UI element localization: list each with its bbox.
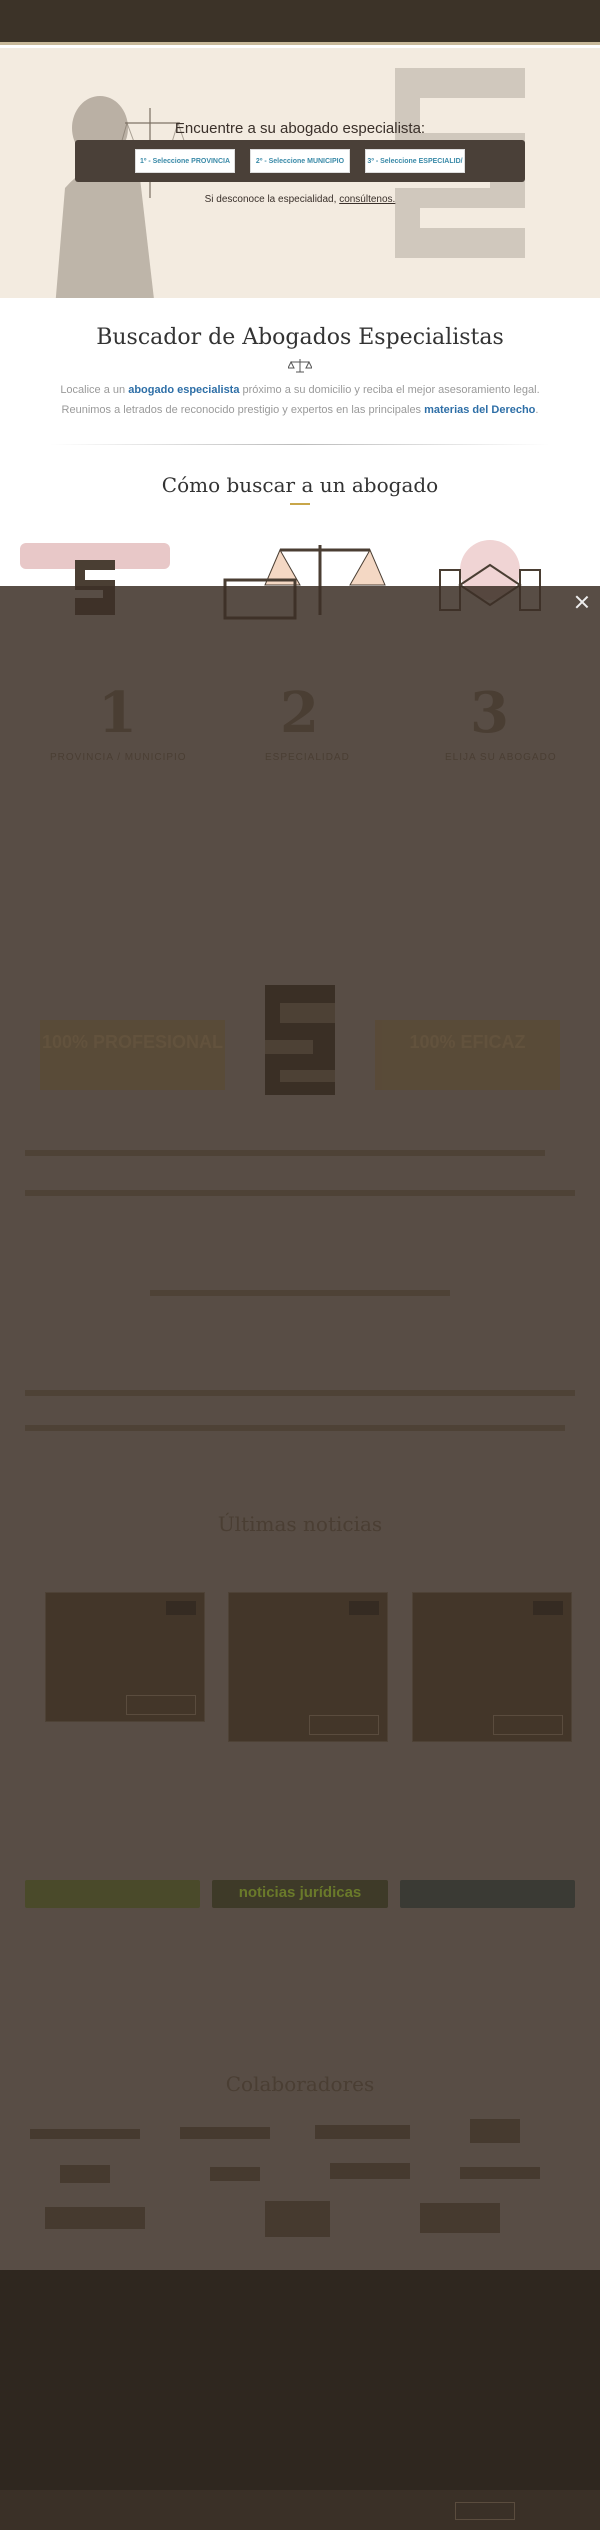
read-more-button[interactable] bbox=[493, 1715, 563, 1735]
hero-search-section: Encuentre a su abogado especialista: 1º … bbox=[0, 48, 600, 298]
intro-line-2: Reunimos a letrados de reconocido presti… bbox=[61, 404, 539, 416]
scale-icon bbox=[288, 359, 312, 373]
step-1-number: 1 bbox=[98, 680, 137, 746]
title-underline bbox=[290, 503, 310, 505]
text-placeholder bbox=[25, 1150, 545, 1156]
partner-logos-grid bbox=[30, 2119, 540, 2237]
partners-title: Colaboradores bbox=[225, 2072, 375, 2096]
partner-banner[interactable]: noticias jurídicas bbox=[212, 1880, 388, 1908]
cookie-accept-button[interactable] bbox=[455, 2502, 515, 2520]
specialty-hint: Si desconoce la especialidad, consúlteno… bbox=[0, 194, 600, 205]
news-card[interactable] bbox=[45, 1592, 205, 1722]
news-card[interactable] bbox=[228, 1592, 388, 1742]
municipality-select[interactable]: 2º - Seleccione MUNICIPIO bbox=[250, 149, 350, 173]
specialty-select[interactable]: 3º - Seleccione ESPECIALID/ bbox=[365, 149, 465, 173]
how-title: Cómo buscar a un abogado bbox=[161, 473, 439, 497]
step-3-number: 3 bbox=[470, 680, 509, 746]
text-placeholder bbox=[25, 1425, 565, 1431]
partner-banner[interactable] bbox=[25, 1880, 200, 1908]
consult-link[interactable]: consúltenos. bbox=[339, 194, 395, 205]
read-more-button[interactable] bbox=[309, 1715, 379, 1735]
step-3-label: ELIJA SU ABOGADO bbox=[445, 752, 557, 763]
hero-title: Encuentre a su abogado especialista: bbox=[174, 120, 426, 137]
province-select[interactable]: 1º - Seleccione PROVINCIA bbox=[135, 149, 235, 173]
close-icon[interactable] bbox=[574, 594, 590, 610]
search-form: 1º - Seleccione PROVINCIA 2º - Seleccion… bbox=[75, 140, 525, 182]
cookie-bar bbox=[0, 2490, 600, 2530]
feature-badge-professional: 100% PROFESIONAL bbox=[40, 1020, 225, 1090]
page-title: Buscador de Abogados Especialistas bbox=[96, 325, 504, 350]
hint-text: Si desconoce la especialidad, bbox=[204, 194, 337, 205]
partner-banner[interactable] bbox=[400, 1880, 575, 1908]
text-placeholder bbox=[25, 1190, 575, 1196]
brand-logo bbox=[265, 985, 335, 1095]
top-navigation-bar bbox=[0, 0, 600, 45]
text-placeholder bbox=[25, 1390, 575, 1396]
step-1-label: PROVINCIA / MUNICIPIO bbox=[50, 752, 187, 763]
text-placeholder bbox=[150, 1290, 450, 1296]
read-more-button[interactable] bbox=[126, 1695, 196, 1715]
step-2-number: 2 bbox=[280, 680, 319, 746]
intro-line-1: Localice a un abogado especialista próxi… bbox=[60, 384, 540, 396]
section-divider bbox=[50, 444, 550, 445]
news-title: Últimas noticias bbox=[217, 1512, 383, 1536]
news-card[interactable] bbox=[412, 1592, 572, 1742]
justice-statue-image bbox=[55, 96, 191, 298]
step-2-label: ESPECIALIDAD bbox=[265, 752, 350, 763]
feature-badge-effective: 100% EFICAZ bbox=[375, 1020, 560, 1090]
